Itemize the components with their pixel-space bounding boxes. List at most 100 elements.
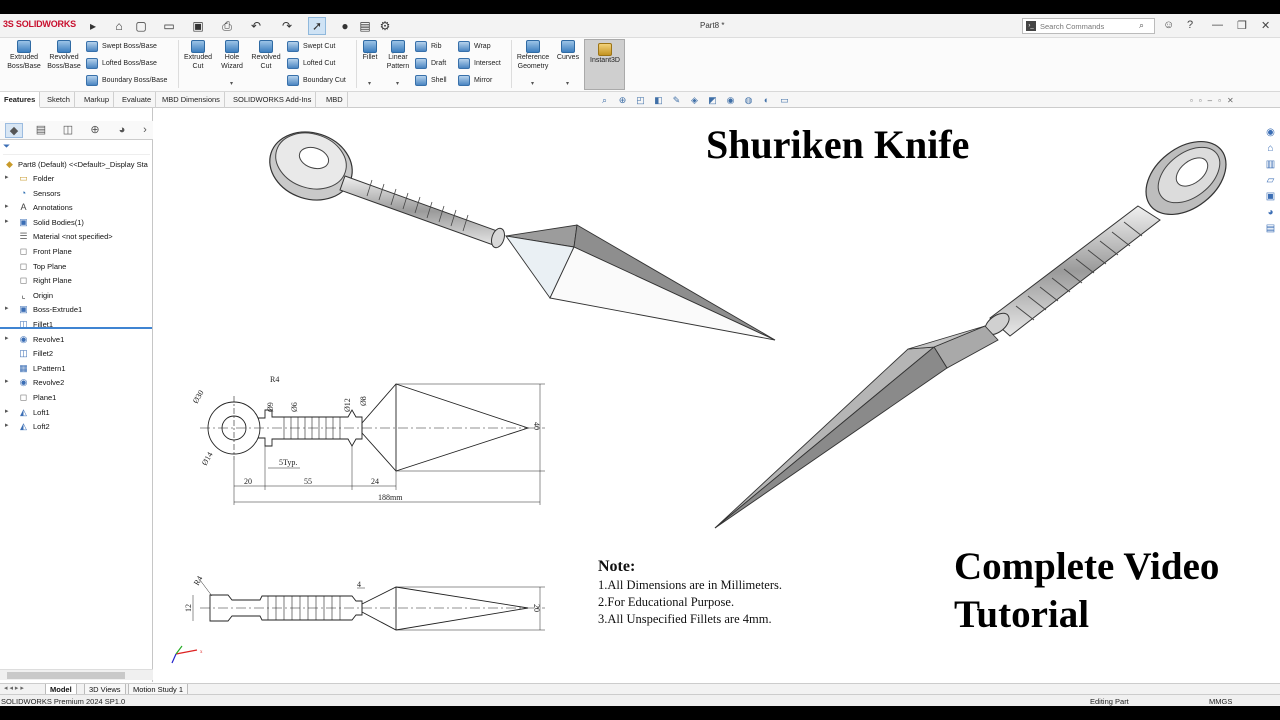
home-pane-icon[interactable]: ⌂	[1263, 141, 1278, 156]
tree-item[interactable]: ◫ Fillet2	[0, 347, 153, 361]
tree-item[interactable]: ⌞ Origin	[0, 289, 153, 303]
view-palette-icon[interactable]: ▣	[1263, 189, 1278, 204]
dimxpert-tab-icon[interactable]: ⊕	[86, 123, 104, 138]
viewport-window-buttons[interactable]: ▫▫‒▫✕	[1190, 96, 1240, 105]
lofted-boss-button[interactable]: Lofted Boss/Base	[86, 58, 157, 69]
draft-button[interactable]: Draft	[415, 58, 446, 69]
tab-evaluate[interactable]: Evaluate	[118, 92, 157, 108]
dropdown-arrow[interactable]: ▾	[368, 80, 371, 87]
tree-item[interactable]: ▸ ◉ Revolve1	[0, 333, 153, 347]
hole-wizard-button[interactable]: Hole Wizard	[216, 40, 248, 71]
display-style-icon[interactable]: ◩	[705, 93, 720, 107]
tree-item[interactable]: ◻ Plane1	[0, 391, 153, 405]
close-window-icon[interactable]: ✕	[1261, 19, 1270, 32]
zoom-to-fit-icon[interactable]: ⌕	[597, 93, 612, 107]
curves-button[interactable]: Curves	[554, 40, 582, 63]
configuration-manager-tab-icon[interactable]: ◫	[59, 123, 77, 138]
redo-icon[interactable]: ↷	[278, 17, 296, 35]
tree-item[interactable]: ▸ ◉ Revolve2	[0, 376, 153, 390]
shell-button[interactable]: Shell	[415, 75, 447, 86]
tree-item[interactable]: ▸ ▭ Folder	[0, 172, 153, 186]
solidworks-resources-icon[interactable]: ◉	[1263, 125, 1278, 140]
dropdown-arrow[interactable]: ▾	[531, 80, 534, 87]
tree-item[interactable]: ◻ Right Plane	[0, 274, 153, 288]
minimize-window-icon[interactable]: —	[1212, 19, 1223, 31]
extruded-cut-button[interactable]: Extruded Cut	[180, 40, 216, 71]
display-manager-tab-icon[interactable]: ◕	[113, 123, 131, 138]
tab-sketch[interactable]: Sketch	[43, 92, 75, 108]
tree-item[interactable]: ▸ ▣ Boss-Extrude1	[0, 303, 153, 317]
tree-item[interactable]: ▸ ◭ Loft1	[0, 406, 153, 420]
tree-item[interactable]: ◔ Sensors	[0, 187, 153, 201]
expand-arrow-icon[interactable]: ▸	[5, 173, 9, 181]
open-folder-icon[interactable]: ▭	[160, 17, 178, 35]
tree-item[interactable]: ▸ ◭ Loft2	[0, 420, 153, 434]
expand-arrow-icon[interactable]: ▸	[5, 407, 9, 415]
tree-item[interactable]: ◻ Front Plane	[0, 245, 153, 259]
linear-pattern-button[interactable]: Linear Pattern	[382, 40, 414, 71]
zoom-to-area-icon[interactable]: ⊕	[615, 93, 630, 107]
reference-geometry-button[interactable]: Reference Geometry	[513, 40, 553, 71]
edit-appearance-icon[interactable]: ◍	[741, 93, 756, 107]
boundary-boss-button[interactable]: Boundary Boss/Base	[86, 75, 167, 86]
swept-boss-button[interactable]: Swept Boss/Base	[86, 41, 157, 52]
extruded-boss-button[interactable]: Extruded Boss/Base	[4, 40, 44, 71]
dynamic-annotation-icon[interactable]: ✎	[669, 93, 684, 107]
feature-manager-tab-icon[interactable]: ◆	[5, 123, 23, 138]
custom-properties-icon[interactable]: ▤	[1263, 221, 1278, 236]
hide-show-items-icon[interactable]: ◉	[723, 93, 738, 107]
rib-button[interactable]: Rib	[415, 41, 442, 52]
mirror-button[interactable]: Mirror	[458, 75, 492, 86]
rebuild-icon[interactable]: ●	[336, 17, 354, 35]
save-icon[interactable]: ▣	[189, 17, 207, 35]
expand-arrow-icon[interactable]: ▸	[5, 421, 9, 429]
tree-item[interactable]: ▦ LPattern1	[0, 362, 153, 376]
intersect-button[interactable]: Intersect	[458, 58, 501, 69]
expand-arrow-icon[interactable]: ▸	[5, 334, 9, 342]
new-document-icon[interactable]: ▢	[132, 17, 150, 35]
section-view-icon[interactable]: ◧	[651, 93, 666, 107]
view-settings-icon[interactable]: ▭	[777, 93, 792, 107]
instant3d-button[interactable]: Instant3D	[584, 39, 625, 90]
expand-arrow-icon[interactable]: ▸	[5, 377, 9, 385]
revolved-cut-button[interactable]: Revolved Cut	[248, 40, 284, 71]
tree-item[interactable]: ☰ Material <not specified>	[0, 230, 153, 244]
fillet-button[interactable]: Fillet	[358, 40, 382, 63]
tab-mbd-dimensions[interactable]: MBD Dimensions	[158, 92, 225, 108]
status-units[interactable]: MMGS	[1209, 697, 1232, 706]
dropdown-arrow[interactable]: ▾	[566, 80, 569, 87]
menu-expand-icon[interactable]: ▸	[84, 17, 102, 35]
expand-arrow-icon[interactable]: ▸	[5, 304, 9, 312]
tree-item[interactable]: ▸ A Annotations	[0, 201, 153, 215]
dropdown-arrow[interactable]: ▾	[230, 80, 233, 87]
tab-markup[interactable]: Markup	[80, 92, 115, 108]
revolved-boss-button[interactable]: Revolved Boss/Base	[44, 40, 84, 71]
design-library-icon[interactable]: ▥	[1263, 157, 1278, 172]
filter-icon[interactable]: ⏷	[3, 141, 150, 155]
boundary-cut-button[interactable]: Boundary Cut	[287, 75, 346, 86]
help-icon[interactable]: ?	[1187, 19, 1193, 31]
tab-mbd[interactable]: MBD	[322, 92, 348, 108]
tree-item[interactable]: ▸ ▣ Solid Bodies(1)	[0, 216, 153, 230]
select-arrow-icon[interactable]: ➚	[308, 17, 326, 35]
appearances-icon[interactable]: ◕	[1263, 205, 1278, 220]
undo-icon[interactable]: ↶	[247, 17, 265, 35]
panel-expand-icon[interactable]: ›	[136, 123, 154, 138]
wrap-button[interactable]: Wrap	[458, 41, 491, 52]
rollback-bar[interactable]	[0, 327, 152, 329]
expand-arrow-icon[interactable]: ▸	[5, 202, 9, 210]
tab-features[interactable]: Features	[0, 92, 41, 108]
swept-cut-button[interactable]: Swept Cut	[287, 41, 335, 52]
previous-view-icon[interactable]: ◰	[633, 93, 648, 107]
property-manager-tab-icon[interactable]: ▤	[32, 123, 50, 138]
search-icon[interactable]: ⌕	[1139, 20, 1144, 31]
restore-window-icon[interactable]: ❐	[1237, 19, 1247, 32]
panel-horizontal-scrollbar[interactable]	[0, 669, 153, 680]
solidworks-logo[interactable]: 3S SOLIDWORKS	[3, 19, 76, 29]
tab-scroll-arrows[interactable]: ◂ ◂ ▸ ▸	[4, 684, 24, 692]
lofted-cut-button[interactable]: Lofted Cut	[287, 58, 335, 69]
file-explorer-icon[interactable]: ▱	[1263, 173, 1278, 188]
home-icon[interactable]: ⌂	[110, 17, 128, 35]
options-gear-icon[interactable]: ⚙	[376, 17, 394, 35]
expand-arrow-icon[interactable]: ▸	[5, 217, 9, 225]
